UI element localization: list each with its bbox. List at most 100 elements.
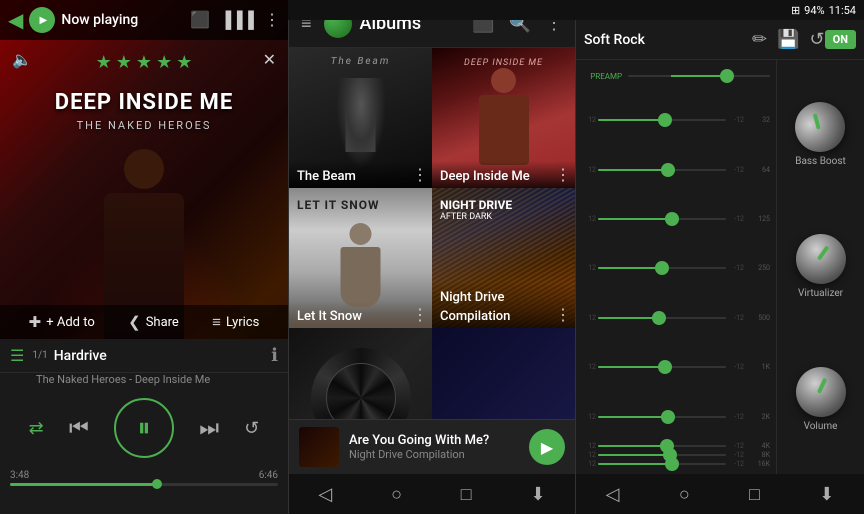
lyrics-button[interactable]: ≡ Lyrics xyxy=(212,313,259,331)
album-more-night[interactable]: ⋮ xyxy=(555,305,571,324)
play-button-small[interactable] xyxy=(29,7,55,33)
equalizer-icon[interactable]: ▐▐▐ xyxy=(220,10,254,30)
snow-coat xyxy=(341,247,381,307)
albums-nav-down[interactable]: ⬇ xyxy=(530,484,545,505)
share-button[interactable]: ❮ Share xyxy=(128,313,179,331)
band-2k-bot-db: -12 xyxy=(728,413,744,421)
eq-reset-icon[interactable]: ↺ xyxy=(810,29,825,50)
eq-nav-home[interactable]: ○ xyxy=(679,484,690,505)
progress-thumb xyxy=(152,479,162,489)
star-3[interactable]: ★ xyxy=(136,52,152,73)
eq-nav-back[interactable]: ◁ xyxy=(606,484,620,505)
beam-head xyxy=(350,78,372,100)
now-playing-label: Now playing xyxy=(61,12,190,28)
albums-nav-back[interactable]: ◁ xyxy=(318,484,332,505)
band-64-top-db: 12 xyxy=(580,166,596,174)
star-5[interactable]: ★ xyxy=(176,52,192,73)
eq-band-250: 12 -12 250 xyxy=(580,244,770,292)
band-1k-knob xyxy=(658,360,672,374)
star-4[interactable]: ★ xyxy=(156,52,172,73)
virtualizer-label: Virtualizer xyxy=(798,288,843,299)
bass-boost-knob[interactable] xyxy=(786,93,854,161)
band-2k-slider[interactable] xyxy=(598,416,726,418)
album-item-spiral[interactable]: Are You Going With Me? ⋮ xyxy=(289,328,432,419)
band-8k-top-db: 12 xyxy=(580,451,596,459)
mini-track-artist: Night Drive Compilation xyxy=(349,448,529,461)
album-more-deep[interactable]: ⋮ xyxy=(555,165,571,184)
eq-nav-down[interactable]: ⬇ xyxy=(819,484,834,505)
band-250-fill xyxy=(598,267,662,269)
band-64-slider[interactable] xyxy=(598,169,726,171)
beam-person xyxy=(333,78,388,163)
band-8k-freq: 8K xyxy=(746,451,770,459)
eq-nav-square[interactable]: □ xyxy=(749,484,760,505)
progress-bar[interactable] xyxy=(10,483,278,486)
album-item-beam[interactable]: The Beam The Beam ⋮ xyxy=(289,48,432,188)
equalizer-panel: ⊞ 94% 11:54 Soft Rock ✏ 💾 ↺ ON PREAMP xyxy=(576,0,864,514)
band-4k-fill xyxy=(598,445,667,447)
albums-grid: The Beam The Beam ⋮ DEEP INSIDE ME xyxy=(289,48,575,419)
band-16k-slider[interactable] xyxy=(598,463,726,465)
eq-band-1k: 12 -12 1K xyxy=(580,343,770,391)
prev-button[interactable]: ⏮ xyxy=(69,416,89,441)
band-250-slider[interactable] xyxy=(598,267,726,269)
star-1[interactable]: ★ xyxy=(96,52,112,73)
night-drive-text: NIGHT DRIVE xyxy=(440,198,512,212)
volume-knob[interactable] xyxy=(792,363,850,421)
album-more-snow[interactable]: ⋮ xyxy=(412,305,428,324)
band-1k-bot-db: -12 xyxy=(728,363,744,371)
album-item-deep[interactable]: DEEP INSIDE ME Deep Inside Me ⋮ xyxy=(432,48,575,188)
eq-save-icon[interactable]: 💾 xyxy=(777,29,799,50)
band-1k-slider[interactable] xyxy=(598,366,726,368)
band-500-slider[interactable] xyxy=(598,317,726,319)
band-64-fill xyxy=(598,169,668,171)
snow-person xyxy=(333,223,388,313)
next-button[interactable]: ⏭ xyxy=(199,416,219,441)
progress-times: 3:48 6:46 xyxy=(10,470,278,481)
band-16k-top-db: 12 xyxy=(580,460,596,468)
virtualizer-knob[interactable] xyxy=(788,227,852,291)
albums-nav-home[interactable]: ○ xyxy=(391,484,402,505)
pause-button[interactable]: ⏸ xyxy=(114,398,174,458)
band-125-slider[interactable] xyxy=(598,218,726,220)
eq-on-button[interactable]: ON xyxy=(825,30,856,49)
info-icon[interactable]: ℹ xyxy=(271,345,278,366)
band-500-top-db: 12 xyxy=(580,314,596,322)
player-panel: ◀ Now playing ⬛ ▐▐▐ ⋮ 🔈 ✕ ★ ★ ★ ★ ★ DEEP… xyxy=(0,0,288,514)
albums-nav-square[interactable]: □ xyxy=(461,484,472,505)
band-125-fill xyxy=(598,218,672,220)
shuffle-button[interactable]: ⇄ xyxy=(29,418,44,439)
more-options-icon[interactable]: ⋮ xyxy=(264,10,280,30)
add-to-button[interactable]: ✚ + Add to xyxy=(29,313,95,331)
preamp-row: PREAMP xyxy=(580,66,770,86)
band-125-bot-db: -12 xyxy=(728,215,744,223)
preamp-slider[interactable] xyxy=(628,75,770,77)
band-2k-freq: 2K xyxy=(746,413,770,421)
eq-bands-grid: 12 -12 32 12 xyxy=(580,96,770,468)
band-4k-slider[interactable] xyxy=(598,445,726,447)
mini-play-button[interactable]: ▶ xyxy=(529,429,565,465)
eq-pencil-icon[interactable]: ✏ xyxy=(752,29,767,50)
cast-icon[interactable]: ⬛ xyxy=(190,10,210,30)
band-125-freq: 125 xyxy=(746,215,770,223)
band-32-slider[interactable] xyxy=(598,119,726,121)
repeat-button[interactable]: ↺ xyxy=(244,418,259,439)
album-art-6 xyxy=(432,328,575,419)
album-more-beam[interactable]: ⋮ xyxy=(412,165,428,184)
band-500-freq: 500 xyxy=(746,314,770,322)
eq-band-16k: 12 -12 16K xyxy=(580,460,770,468)
album-item-night[interactable]: NIGHT DRIVE AFTER DARK Night Drive Compi… xyxy=(432,188,575,328)
mini-player: Are You Going With Me? Night Drive Compi… xyxy=(289,419,575,474)
back-icon[interactable]: ◀ xyxy=(8,8,23,32)
eq-band-500: 12 -12 500 xyxy=(580,294,770,342)
progress-section: 3:48 6:46 xyxy=(0,466,288,490)
star-2[interactable]: ★ xyxy=(116,52,132,73)
album-item-snow[interactable]: LET IT SNOW Let It Snow ⋮ xyxy=(289,188,432,328)
bass-boost-knob-container: Bass Boost xyxy=(795,102,846,167)
album-item-6[interactable] xyxy=(432,328,575,419)
album-label-snow: Let It Snow xyxy=(289,301,432,328)
eq-band-125: 12 -12 125 xyxy=(580,195,770,243)
share-icon: ❮ xyxy=(128,313,141,331)
band-8k-slider[interactable] xyxy=(598,454,726,456)
status-battery: 94% xyxy=(804,4,824,17)
